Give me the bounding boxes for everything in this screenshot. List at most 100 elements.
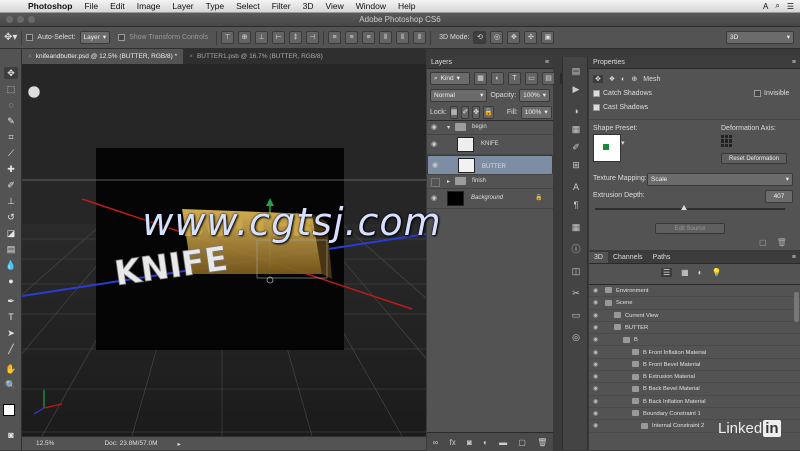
visibility-off-box[interactable] [431,178,440,187]
reset-deformation-button[interactable]: Reset Deformation [721,153,787,164]
menu-file[interactable]: File [78,1,104,11]
zoom-tool-icon[interactable]: 🔍 [4,379,18,391]
shape-tool-icon[interactable]: ╱ [4,343,18,355]
menu-app-photoshop[interactable]: Photoshop [22,1,78,11]
scene-row[interactable]: ◉ B Back Bevel Material [589,383,800,396]
distribute-vcenter-icon[interactable]: ≡ [345,31,359,44]
show-transform-checkbox[interactable] [118,34,126,41]
blend-mode-dropdown[interactable]: Normal ▾ [430,89,488,102]
new-layer-icon[interactable]: ▢ [518,438,526,447]
deformation-axis-grid[interactable] [721,135,733,147]
notes-panel-icon[interactable]: ◎ [570,331,582,343]
close-window-icon[interactable] [6,16,13,23]
distribute-left-icon[interactable]: ⦀ [379,31,393,44]
search-icon[interactable]: ⌕ [775,1,779,11]
move-tool-icon[interactable]: ✥ [4,67,18,79]
extrusion-depth-slider[interactable] [595,208,785,210]
align-vcenter-icon[interactable]: ⊕ [238,31,252,44]
scene-row[interactable]: ◉ B Back Inflation Material [589,396,800,408]
lock-transparent-icon[interactable]: ▦ [449,106,459,119]
path-select-tool-icon[interactable]: ➤ [4,327,18,339]
auto-select-dropdown[interactable]: Layer ▾ [79,31,111,44]
deform-mode-icon[interactable]: ❖ [609,75,615,83]
quick-mask-icon[interactable]: ◙ [4,429,18,441]
timeline-panel-icon[interactable]: ▭ [570,309,582,321]
catch-shadows-checkbox[interactable] [593,90,600,97]
visibility-eye-icon[interactable]: ◉ [431,141,440,148]
menu-type[interactable]: Type [200,1,230,11]
menu-filter[interactable]: Filter [266,1,297,11]
actions-panel-icon[interactable]: ▶ [570,83,582,95]
visibility-eye-icon[interactable]: ◉ [593,297,601,309]
lasso-tool-icon[interactable]: ◌ [4,99,18,111]
pen-tool-icon[interactable]: ✒ [4,295,18,307]
opacity-input[interactable]: 100% ▾ [519,89,550,102]
align-left-icon[interactable]: ⊢ [272,31,286,44]
filter-smart-icon[interactable]: ▤ [542,72,555,85]
edit-source-button[interactable]: Edit Source [655,223,725,234]
history-panel-icon[interactable]: ▤ [570,65,582,77]
visibility-eye-icon[interactable]: ◉ [593,322,601,334]
stamp-tool-icon[interactable]: ⊥ [4,195,18,207]
brush-tool-icon[interactable]: ✐ [4,179,18,191]
marquee-tool-icon[interactable]: ⬚ [4,83,18,95]
align-top-icon[interactable]: ⊤ [221,31,235,44]
visibility-eye-icon[interactable]: ◉ [593,359,601,371]
roll-3d-icon[interactable]: ◎ [490,31,504,44]
canvas-area[interactable]: BUTTER KNIFE [22,64,426,436]
shape-preset-dropdown-icon[interactable]: ▾ [621,139,625,147]
texture-mapping-dropdown[interactable]: Scale ▾ [647,173,793,186]
eyedropper-tool-icon[interactable]: ⟋ [4,147,18,159]
extrusion-depth-input[interactable]: 407 [765,190,793,203]
panel-menu-icon[interactable]: ≡ [792,252,800,263]
scene-row[interactable]: ◉ B [589,334,800,347]
filter-type-icon[interactable]: T [508,72,521,85]
swatches-panel-icon[interactable]: ▦ [570,221,582,233]
align-bottom-icon[interactable]: ⊥ [255,31,269,44]
close-tab-icon[interactable]: × [189,53,193,60]
slide-3d-icon[interactable]: ✣ [524,31,538,44]
scene-row[interactable]: ◉ Scene [589,297,800,310]
trash-icon[interactable]: 🗑 [537,438,547,447]
scene-row[interactable]: ◉ BUTTER [589,322,800,335]
scene-row[interactable]: ◉ B Extrusion Material [589,371,800,384]
lights-filter-icon[interactable]: 💡 [712,268,722,277]
dodge-tool-icon[interactable]: ● [4,275,18,287]
align-right-icon[interactable]: ⊣ [306,31,320,44]
brush-presets-icon[interactable]: ⊞ [570,159,582,171]
drag-3d-icon[interactable]: ✥ [507,31,521,44]
panel-menu-icon[interactable]: ≡ [792,57,800,69]
layer-row-finish[interactable]: ▸ finish [427,175,553,189]
lock-all-icon[interactable]: 🔒 [483,106,494,119]
link-icon[interactable]: ∞ [433,438,439,447]
filter-adjustment-icon[interactable]: ◐ [491,72,504,85]
history-brush-tool-icon[interactable]: ↺ [4,211,18,223]
scene-scrollbar[interactable] [794,292,799,322]
visibility-eye-icon[interactable]: ◉ [432,162,441,169]
zoom-window-icon[interactable] [28,16,35,23]
fill-input[interactable]: 100% ▾ [520,106,552,119]
paragraph-panel-icon[interactable]: ¶ [570,199,582,211]
shape-preset-thumbnail[interactable] [593,134,621,162]
crop-tool-icon[interactable]: ⌗ [4,131,18,143]
invisible-checkbox[interactable] [754,90,761,97]
visibility-eye-icon[interactable]: ◉ [593,383,601,395]
scale-3d-icon[interactable]: ▣ [541,31,555,44]
cap-mode-icon[interactable]: ◐ [621,76,625,83]
filter-kind-dropdown[interactable]: ⌕ Kind ▾ [430,72,470,85]
layer-row-knife[interactable]: ◉ KNIFE [427,135,553,155]
creative-cloud-icon[interactable]: A [763,2,768,11]
distribute-bottom-icon[interactable]: ≡ [362,31,376,44]
orbit-3d-icon[interactable]: ⟲ [473,31,487,44]
foreground-color-swatch[interactable] [3,404,15,416]
mask-icon[interactable]: ◙ [467,438,472,447]
auto-select-checkbox[interactable] [26,34,34,41]
info-panel-icon[interactable]: ⓘ [570,243,582,255]
coordinates-mode-icon[interactable]: ⊕ [631,75,637,83]
visibility-eye-icon[interactable]: ◉ [593,285,601,297]
extrusion-depth-slider-thumb[interactable] [681,205,688,210]
lock-position-icon[interactable]: ✥ [472,106,481,119]
brush-panel-icon[interactable]: ✐ [570,141,582,153]
scene-row[interactable]: ◉ Environment [589,285,800,298]
panel-menu-icon[interactable]: ≡ [545,57,553,69]
